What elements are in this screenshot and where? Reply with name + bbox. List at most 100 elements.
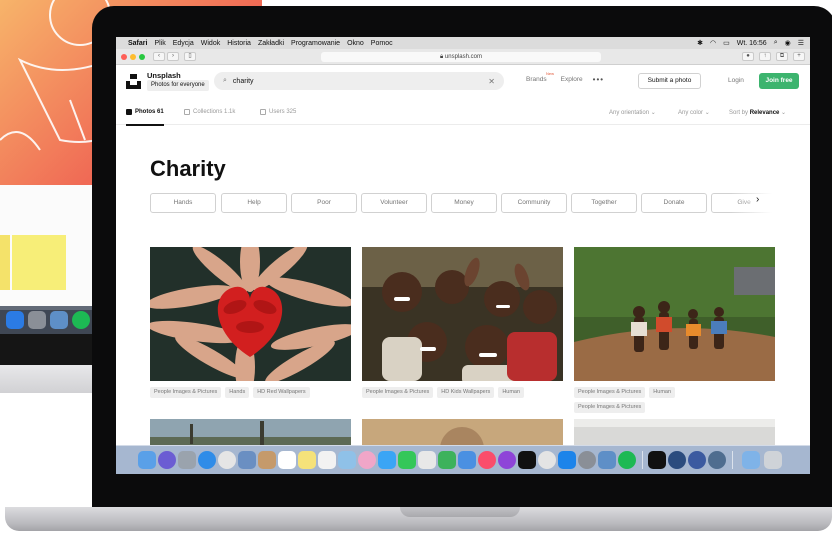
app-store-icon[interactable] [558, 451, 576, 469]
menu-list-icon[interactable]: ☰ [798, 39, 804, 47]
preview-icon[interactable] [238, 451, 256, 469]
related-chip[interactable]: Volunteer [361, 193, 427, 213]
notes-icon[interactable] [298, 451, 316, 469]
facetime-icon[interactable] [398, 451, 416, 469]
siri-icon[interactable] [158, 451, 176, 469]
menu-history[interactable]: Historia [227, 40, 251, 47]
pages-icon[interactable] [418, 451, 436, 469]
wifi-icon[interactable]: ◠ [710, 39, 716, 47]
photo-tag[interactable]: Human [649, 387, 676, 398]
nav-explore-link[interactable]: Explore [561, 76, 583, 83]
nav-brands-link[interactable]: Brands New [526, 71, 554, 83]
photo-tag[interactable]: HD Kids Wallpapers [437, 387, 495, 398]
photo-tag[interactable]: People Images & Pictures [362, 387, 434, 398]
sort-dropdown[interactable]: Sort by Relevance ⌄ [729, 109, 786, 116]
login-link[interactable]: Login [728, 77, 744, 84]
photo-running-kids[interactable] [574, 247, 775, 381]
app-icon[interactable] [538, 451, 556, 469]
search-input[interactable]: ⌕ charity ✕ [214, 72, 504, 90]
safari-icon[interactable] [198, 451, 216, 469]
menu-edit[interactable]: Edycja [173, 40, 194, 47]
minimize-window-button[interactable] [130, 53, 136, 60]
tabs-overview-icon[interactable]: ⧉ [776, 52, 788, 61]
address-bar[interactable]: 🔒︎ unsplash.com [321, 52, 601, 62]
close-window-button[interactable] [121, 53, 127, 60]
join-free-button[interactable]: Join free [759, 73, 799, 89]
numbers-icon[interactable] [438, 451, 456, 469]
back-button[interactable]: ‹ [153, 52, 165, 61]
menu-window[interactable]: Okno [347, 40, 364, 47]
photo-preview[interactable] [574, 419, 775, 445]
related-chip[interactable]: Together [571, 193, 637, 213]
keynote-icon[interactable] [458, 451, 476, 469]
tab-photos[interactable]: Photos 61 [126, 109, 164, 126]
zoom-window-button[interactable] [139, 53, 145, 60]
extension-icon[interactable]: ● [742, 52, 754, 61]
photo-tag[interactable]: Hands [225, 387, 250, 398]
unsplash-logo-icon[interactable] [126, 73, 141, 89]
photo-tag[interactable]: People Images & Pictures [574, 387, 646, 398]
apple-tv-icon[interactable] [518, 451, 536, 469]
maps-icon[interactable] [338, 451, 356, 469]
menu-help[interactable]: Pomoc [371, 40, 393, 47]
contacts-icon[interactable] [258, 451, 276, 469]
spotify-icon[interactable] [618, 451, 636, 469]
bluetooth-icon[interactable]: ✱ [697, 39, 703, 47]
new-tab-button[interactable]: + [793, 52, 805, 61]
image-capture-icon[interactable] [598, 451, 616, 469]
related-chip[interactable]: Community [501, 193, 567, 213]
clear-search-icon[interactable]: ✕ [488, 77, 495, 86]
color-dropdown[interactable]: Any color ⌄ [678, 109, 710, 116]
messages-icon[interactable] [378, 451, 396, 469]
menu-file[interactable]: Plik [154, 40, 165, 47]
reminders-icon[interactable] [318, 451, 336, 469]
chevron-right-icon[interactable]: › [756, 194, 759, 205]
tab-collections[interactable]: Collections 1.1k [184, 109, 235, 115]
photo-hands-heart[interactable] [150, 247, 351, 381]
battery-icon[interactable]: ▭ [723, 39, 730, 47]
photo-tag[interactable]: Human [498, 387, 525, 398]
menu-app-name[interactable]: Safari [128, 40, 147, 47]
photo-hands-heart-image [150, 247, 351, 381]
launchpad-icon[interactable] [178, 451, 196, 469]
control-icon[interactable]: ◉ [785, 39, 791, 47]
app-icon[interactable] [708, 451, 726, 469]
music-icon[interactable] [478, 451, 496, 469]
menu-view[interactable]: Widok [201, 40, 220, 47]
related-chip[interactable]: Donate [641, 193, 707, 213]
downloads-folder-icon[interactable] [742, 451, 760, 469]
photo-tag[interactable]: People Images & Pictures [574, 402, 646, 413]
menu-bookmarks[interactable]: Zakładki [258, 40, 284, 47]
chrome-icon[interactable] [218, 451, 236, 469]
photo-smiling-kids[interactable] [362, 247, 563, 381]
tab-users[interactable]: Users 325 [260, 109, 296, 115]
more-options-icon[interactable]: ••• [593, 75, 604, 84]
app-icon[interactable] [688, 451, 706, 469]
clock[interactable]: Wt. 16:56 [737, 40, 767, 47]
sidebar-toggle-icon[interactable]: ▯ [184, 52, 196, 61]
share-icon[interactable]: ↑ [759, 52, 771, 61]
trash-icon[interactable] [764, 451, 782, 469]
related-chip[interactable]: Money [431, 193, 497, 213]
menu-develop[interactable]: Programowanie [291, 40, 340, 47]
photo-icon [126, 109, 132, 115]
brand[interactable]: Unsplash Photos for everyone [147, 71, 209, 91]
spotlight-icon[interactable]: ⌕ [774, 39, 778, 47]
related-chip[interactable]: Hands [150, 193, 216, 213]
podcasts-icon[interactable] [498, 451, 516, 469]
calendar-icon[interactable] [278, 451, 296, 469]
system-preferences-icon[interactable] [578, 451, 596, 469]
photos-icon[interactable] [358, 451, 376, 469]
photo-tag[interactable]: People Images & Pictures [150, 387, 222, 398]
related-chip[interactable]: Help [221, 193, 287, 213]
photo-preview[interactable] [150, 419, 351, 445]
related-chip[interactable]: Poor [291, 193, 357, 213]
submit-photo-button[interactable]: Submit a photo [638, 73, 701, 89]
flash-player-icon[interactable] [648, 451, 666, 469]
finder-icon[interactable] [138, 451, 156, 469]
photo-preview[interactable] [362, 419, 563, 445]
forward-button[interactable]: › [167, 52, 179, 61]
orientation-dropdown[interactable]: Any orientation ⌄ [609, 109, 656, 116]
app-icon[interactable] [668, 451, 686, 469]
photo-tag[interactable]: HD Red Wallpapers [253, 387, 310, 398]
